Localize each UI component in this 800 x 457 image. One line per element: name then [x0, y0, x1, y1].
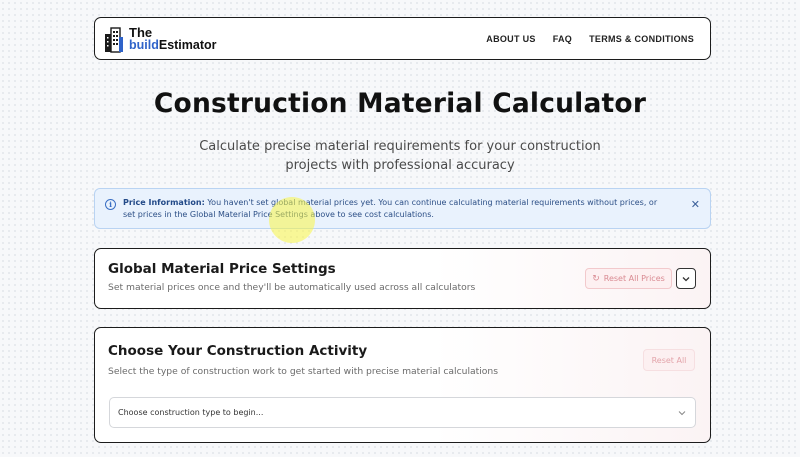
refresh-icon: ↻: [592, 273, 600, 284]
construction-type-select[interactable]: Choose construction type to begin...: [109, 397, 696, 428]
brand-name-line2: buildEstimator: [129, 37, 217, 52]
chevron-down-icon: [682, 276, 690, 281]
price-settings-description: Set material prices once and they'll be …: [108, 282, 476, 293]
activity-description: Select the type of construction work to …: [108, 366, 499, 377]
price-info-text: Price Information: You haven't set globa…: [123, 197, 668, 221]
page-subtitle: Calculate precise material requirements …: [199, 139, 601, 173]
brand-name: The buildEstimator: [129, 26, 217, 52]
building-logo-icon: [105, 26, 123, 53]
brand-logo[interactable]: The buildEstimator: [104, 25, 217, 53]
top-navbar: The buildEstimator ABOUT US FAQ TERMS & …: [94, 17, 711, 60]
construction-type-select-value: Choose construction type to begin...: [118, 408, 264, 417]
nav-link-terms[interactable]: TERMS & CONDITIONS: [589, 34, 694, 44]
nav-links: ABOUT US FAQ TERMS & CONDITIONS: [486, 34, 694, 44]
price-settings-card: Global Material Price Settings Set mater…: [94, 248, 711, 309]
brand-name-accent: build: [129, 37, 159, 52]
price-info-banner: i Price Information: You haven't set glo…: [94, 188, 711, 229]
nav-link-about-us[interactable]: ABOUT US: [486, 34, 535, 44]
chevron-down-icon: [678, 410, 686, 415]
price-info-label: Price Information:: [123, 198, 205, 207]
activity-card: Choose Your Construction Activity Select…: [94, 327, 711, 443]
close-icon[interactable]: ✕: [691, 199, 700, 210]
reset-all-button[interactable]: Reset All: [643, 349, 695, 371]
reset-all-prices-button[interactable]: ↻ Reset All Prices: [585, 268, 672, 289]
info-icon: i: [105, 199, 116, 210]
brand-name-rest: Estimator: [158, 37, 217, 52]
expand-price-settings-button[interactable]: [676, 268, 696, 289]
price-settings-title: Global Material Price Settings: [108, 261, 336, 277]
nav-link-faq[interactable]: FAQ: [553, 34, 572, 44]
activity-title: Choose Your Construction Activity: [108, 343, 368, 359]
page-title: Construction Material Calculator: [153, 88, 647, 119]
reset-all-prices-label: Reset All Prices: [603, 274, 665, 283]
